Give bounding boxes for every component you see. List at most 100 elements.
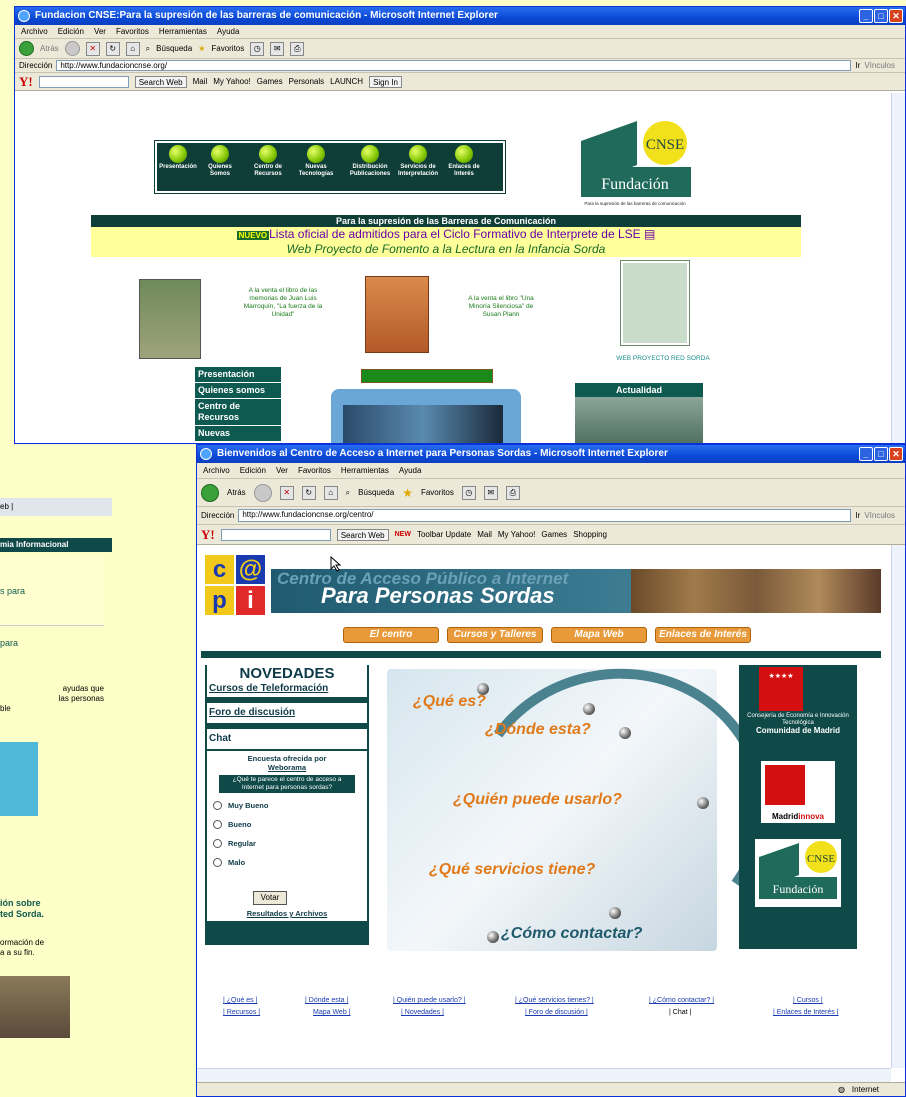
question-quien-puede[interactable]: ¿Quién puede usarlo? xyxy=(453,791,622,809)
footer-link[interactable]: | Dónde esta | xyxy=(305,997,348,1004)
menu-ver[interactable]: Ver xyxy=(276,463,288,478)
tab-cursos-talleres[interactable]: Cursos y Talleres xyxy=(447,627,543,643)
book-cover-1[interactable] xyxy=(139,279,201,359)
links-label[interactable]: Vínculos xyxy=(864,61,895,70)
games-link[interactable]: Games xyxy=(257,77,283,86)
leftnav-centro-recursos[interactable]: Centro de Recursos xyxy=(195,399,281,426)
search-web-button[interactable]: Search Web xyxy=(134,75,187,88)
radio-icon[interactable] xyxy=(213,820,222,829)
feature-image[interactable] xyxy=(343,405,503,443)
red-sorda-thumbnail[interactable] xyxy=(620,260,690,346)
actualidad-image[interactable] xyxy=(575,397,703,443)
vertical-scrollbar[interactable] xyxy=(891,545,905,1068)
my-yahoo-link[interactable]: My Yahoo! xyxy=(498,530,536,539)
search-label[interactable]: Búsqueda xyxy=(156,44,192,53)
back-icon[interactable] xyxy=(201,483,219,502)
yahoo-mail-link[interactable]: Mail xyxy=(193,77,208,86)
leftnav-nuevas[interactable]: Nuevas xyxy=(195,426,281,442)
poll-option[interactable]: Muy Bueno xyxy=(207,796,367,815)
footer-link[interactable]: | Enlaces de Interés | xyxy=(773,1009,839,1016)
nav-distribucion[interactable]: Distribución Publicaciones xyxy=(347,145,393,178)
maximize-icon[interactable]: □ xyxy=(874,9,888,23)
question-que-es[interactable]: ¿Qué es? xyxy=(413,693,486,711)
launch-link[interactable]: LAUNCH xyxy=(330,77,363,86)
news-item-2[interactable]: Web Proyecto de Fomento a la Lectura en … xyxy=(91,243,801,256)
menu-ver[interactable]: Ver xyxy=(94,25,106,38)
my-yahoo-link[interactable]: My Yahoo! xyxy=(213,77,251,86)
vertical-scrollbar[interactable] xyxy=(891,93,905,443)
minimize-icon[interactable]: _ xyxy=(859,447,873,461)
favorites-icon[interactable]: ★ xyxy=(198,44,205,53)
games-link[interactable]: Games xyxy=(541,530,567,539)
radio-icon[interactable] xyxy=(213,858,222,867)
footer-link[interactable]: Mapa Web | xyxy=(313,1009,351,1016)
radio-icon[interactable] xyxy=(213,839,222,848)
red-sorda-label[interactable]: WEB PROYECTO RED SORDA xyxy=(603,355,723,363)
address-input[interactable]: http://www.fundacioncnse.org/centro/ xyxy=(238,509,852,522)
refresh-icon[interactable]: ↻ xyxy=(301,485,316,500)
favorites-label[interactable]: Favoritos xyxy=(211,44,244,53)
stop-icon[interactable]: ✕ xyxy=(85,41,100,56)
horizontal-scrollbar[interactable] xyxy=(197,1068,891,1082)
menu-herramientas[interactable]: Herramientas xyxy=(159,25,207,38)
leftnav-quienes-somos[interactable]: Quienes somos xyxy=(195,383,281,399)
nav-presentacion[interactable]: Presentación xyxy=(159,145,197,171)
comunidad-madrid-logo[interactable]: ★★★★ xyxy=(759,667,803,711)
shopping-link[interactable]: Shopping xyxy=(573,530,607,539)
toolbar-update-link[interactable]: Toolbar Update xyxy=(417,530,471,539)
refresh-icon[interactable]: ↻ xyxy=(105,41,120,56)
menu-edicion[interactable]: Edición xyxy=(58,25,84,38)
tab-mapa-web[interactable]: Mapa Web xyxy=(551,627,647,643)
minimize-icon[interactable]: _ xyxy=(859,9,873,23)
personals-link[interactable]: Personals xyxy=(289,77,325,86)
results-link[interactable]: Resultados y Archivos xyxy=(207,909,367,918)
back-label[interactable]: Atrás xyxy=(40,44,59,53)
tab-enlaces-interes[interactable]: Enlaces de Interés xyxy=(655,627,751,643)
news-1-text[interactable]: Lista oficial de admitidos para el Ciclo… xyxy=(269,227,641,241)
book-cover-2[interactable] xyxy=(365,276,429,353)
menu-archivo[interactable]: Archivo xyxy=(21,25,48,38)
menu-herramientas[interactable]: Herramientas xyxy=(341,463,389,478)
search-web-button[interactable]: Search Web xyxy=(336,528,389,541)
question-servicios[interactable]: ¿Qué servicios tiene? xyxy=(429,861,595,879)
sign-in-button[interactable]: Sign In xyxy=(369,75,402,88)
nav-servicios-interpretacion[interactable]: Servicios de Interpretación xyxy=(395,145,441,178)
question-donde-esta[interactable]: ¿Dónde esta? xyxy=(485,721,591,739)
footer-link[interactable]: | Novedades | xyxy=(401,1009,444,1016)
footer-link[interactable]: | Cursos | xyxy=(793,997,823,1004)
yahoo-search-input[interactable] xyxy=(38,75,129,88)
vote-button[interactable]: Votar xyxy=(253,891,287,905)
print-icon[interactable]: ⎙ xyxy=(290,41,305,56)
nav-enlaces-interes[interactable]: Enlaces de Interés xyxy=(445,145,483,178)
close-icon[interactable]: ✕ xyxy=(889,447,903,461)
fundacion-cnse-logo[interactable]: CNSE Fundación Para la supresión de las … xyxy=(577,121,695,211)
poll-option[interactable]: Regular xyxy=(207,834,367,853)
go-button[interactable]: Ir xyxy=(855,61,860,70)
search-icon[interactable]: ⌕ xyxy=(346,488,350,498)
title-bar[interactable]: Fundacion CNSE:Para la supresión de las … xyxy=(15,7,905,25)
stop-icon[interactable]: ✕ xyxy=(279,485,294,500)
forward-icon[interactable] xyxy=(64,41,80,56)
menu-edicion[interactable]: Edición xyxy=(240,463,266,478)
maximize-icon[interactable]: □ xyxy=(874,447,888,461)
browser-window-centro[interactable]: Bienvenidos al Centro de Acceso a Intern… xyxy=(196,444,906,1097)
back-icon[interactable] xyxy=(19,41,34,56)
forward-icon[interactable] xyxy=(253,483,272,502)
poll-brand[interactable]: Weborama xyxy=(207,763,367,772)
footer-link[interactable]: | ¿Cómo contactar? | xyxy=(649,997,714,1004)
question-contactar[interactable]: ¿Cómo contactar? xyxy=(501,925,642,943)
footer-link[interactable]: | Foro de discusión | xyxy=(525,1009,588,1016)
nav-centro-recursos[interactable]: Centro de Recursos xyxy=(249,145,287,178)
link-chat[interactable]: Chat xyxy=(207,729,367,749)
address-input[interactable]: http://www.fundacioncnse.org/ xyxy=(56,60,852,71)
menu-ayuda[interactable]: Ayuda xyxy=(399,463,422,478)
tab-el-centro[interactable]: El centro xyxy=(343,627,439,643)
links-label[interactable]: Vínculos xyxy=(864,511,895,520)
yahoo-logo[interactable]: Y! xyxy=(19,74,33,90)
browser-window-cnse[interactable]: Fundacion CNSE:Para la supresión de las … xyxy=(14,6,906,444)
favorites-label[interactable]: Favoritos xyxy=(421,488,454,497)
yahoo-logo[interactable]: Y! xyxy=(201,527,215,543)
link-cursos-teleformacion[interactable]: Cursos de Teleformación xyxy=(207,683,367,697)
link-foro-discusion[interactable]: Foro de discusión xyxy=(207,703,367,723)
search-icon[interactable]: ⌕ xyxy=(146,44,150,54)
